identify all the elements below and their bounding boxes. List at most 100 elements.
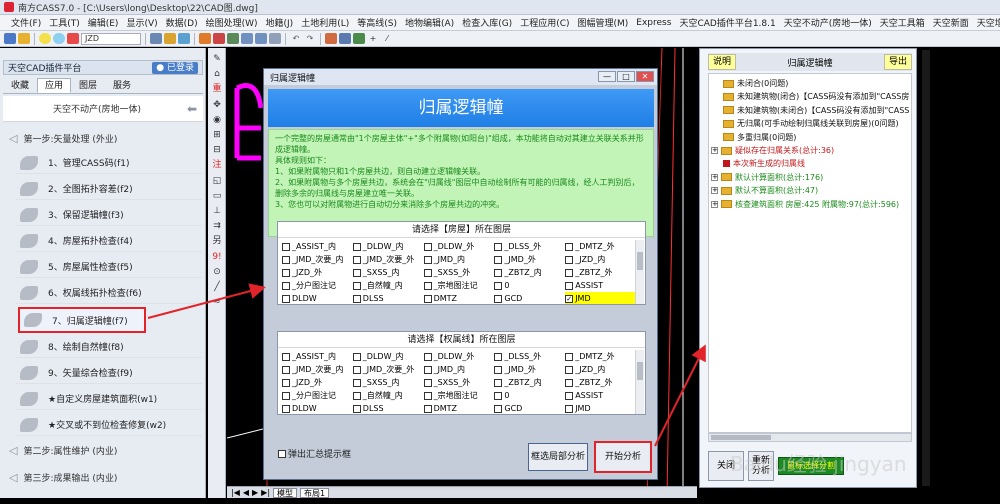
properties-icon[interactable] <box>339 33 351 44</box>
tree-node[interactable]: 未闭合(0问题) <box>723 77 788 90</box>
layer-checkbox[interactable]: _DLDW_外 <box>423 350 495 363</box>
tree-node[interactable]: + 默认计算面积(总计:176) <box>711 171 823 184</box>
results-tree-hscrollbar[interactable] <box>708 433 912 442</box>
tool-icon[interactable]: ⊙ <box>211 267 223 277</box>
layer-checkbox[interactable]: _JZD_外 <box>282 266 353 279</box>
close-icon[interactable]: ✕ <box>636 71 654 82</box>
zoom-window-icon[interactable] <box>269 33 281 44</box>
layer-checkbox[interactable]: DLSS <box>352 292 424 304</box>
layer-checkbox[interactable]: _DLDW_外 <box>423 240 495 253</box>
checkbox-box[interactable] <box>282 294 290 303</box>
zoom-out-icon[interactable] <box>255 33 267 44</box>
checkbox-checked[interactable]: ✓ <box>565 294 574 303</box>
layer-checkbox[interactable]: _分户图注记 <box>282 389 353 402</box>
checkbox-box[interactable] <box>565 255 574 264</box>
checkbox-box[interactable] <box>423 294 432 303</box>
checkbox-box[interactable] <box>423 242 432 251</box>
checkbox-box[interactable] <box>565 365 574 374</box>
menu-item[interactable]: 天空新面 <box>929 16 973 29</box>
list-item[interactable]: 1、管理CASS码(f1) <box>16 152 202 174</box>
checkbox-box[interactable] <box>494 255 503 264</box>
tab-services[interactable]: 服务 <box>105 78 139 93</box>
layer-manager-icon[interactable] <box>4 33 16 44</box>
popup-summary-checkbox[interactable]: 弹出汇总提示框 <box>278 447 351 460</box>
start-analysis-button[interactable]: 开始分析 <box>594 441 652 473</box>
layer-checkbox[interactable]: _SXSS_外 <box>423 376 495 389</box>
cut-icon[interactable] <box>213 33 225 44</box>
tool-icon[interactable]: ◱ <box>211 176 223 186</box>
checkbox-box[interactable] <box>352 294 361 303</box>
box-select-analyze-button[interactable]: 框选局部分析 <box>528 443 588 471</box>
checkbox-box[interactable] <box>494 281 503 290</box>
tool-icon[interactable]: ≈ <box>211 297 223 307</box>
layer-checkbox[interactable]: _宗地图注记 <box>423 389 495 402</box>
tab-layout1[interactable]: 布局1 <box>300 487 330 498</box>
layer-checkbox[interactable]: _JMD_次要_内 <box>282 363 353 376</box>
layer-checkbox[interactable]: _自然幢_内 <box>352 389 424 402</box>
menu-item[interactable]: 天空工具箱 <box>876 16 929 29</box>
checkbox-box[interactable] <box>565 242 574 251</box>
layer-checkbox[interactable]: _DLSS_外 <box>494 350 565 363</box>
checkbox-box[interactable] <box>352 404 361 413</box>
mouse-select-split-button[interactable]: 鼠标选择分割 <box>778 457 844 475</box>
checkbox-box[interactable] <box>494 404 503 413</box>
nav-prev-icon[interactable]: ◀ <box>243 488 249 497</box>
lineweight-icon[interactable] <box>150 33 162 44</box>
nav-last-icon[interactable]: ▶| <box>261 488 270 497</box>
checkbox-box[interactable] <box>282 352 290 361</box>
tree-node[interactable]: + 核查建筑面积 房屋:425 附属物:97(总计:596) <box>711 198 899 211</box>
menu-item[interactable]: 等高线(S) <box>353 16 401 29</box>
tree-node[interactable]: 无归属(可手动绘制归属线关联到房屋)(0问题) <box>723 117 899 130</box>
tool-icon[interactable]: ⊟ <box>211 145 223 155</box>
expand-icon[interactable]: + <box>711 173 718 181</box>
layer-checkbox[interactable]: _JMD_内 <box>423 253 495 266</box>
zoom-icon[interactable] <box>227 33 239 44</box>
checkbox-box[interactable] <box>282 255 290 264</box>
layer-checkbox[interactable]: _ASSIST_内 <box>282 240 353 253</box>
open-icon[interactable] <box>164 33 176 44</box>
tool-icon[interactable]: ◉ <box>211 115 223 125</box>
checkbox-box[interactable] <box>423 378 432 387</box>
layer-checkbox[interactable]: _自然幢_内 <box>352 279 424 292</box>
tool-icon[interactable]: ✎ <box>211 54 223 64</box>
light-bulb-icon[interactable] <box>39 33 51 44</box>
menu-item[interactable]: 绘图处理(W) <box>202 16 262 29</box>
layer-checkbox[interactable]: GCD <box>494 402 565 414</box>
tool-icon[interactable]: ╱ <box>211 282 223 292</box>
back-arrow-icon[interactable]: ⬅ <box>187 102 197 116</box>
layer-checkbox[interactable]: _DMTZ_外 <box>565 240 636 253</box>
tree-node[interactable]: 多重归属(0问题) <box>723 131 796 144</box>
layer-checkbox[interactable]: _SXSS_外 <box>423 266 495 279</box>
menu-item[interactable]: 显示(V) <box>122 16 161 29</box>
checkbox-box[interactable] <box>494 242 503 251</box>
checkbox-box[interactable] <box>494 365 503 374</box>
checkbox-box[interactable] <box>423 365 432 374</box>
tree-node[interactable]: 未知建筑物(闭合)【CASS码没有添加到"CASS房 <box>723 90 909 103</box>
menu-item[interactable]: 工具(T) <box>45 16 84 29</box>
layer-checkbox[interactable]: 0 <box>494 279 565 292</box>
layer-checkbox[interactable]: _JMD_外 <box>494 253 565 266</box>
tool-icon[interactable]: 9! <box>211 252 223 262</box>
layer-checkbox[interactable]: DMTZ <box>423 292 495 304</box>
menu-item[interactable]: Express <box>632 18 675 28</box>
layer-checkbox[interactable]: _SXSS_内 <box>352 376 424 389</box>
layer-checkbox[interactable]: 0 <box>494 389 565 402</box>
menu-item[interactable]: 地物编辑(A) <box>401 16 458 29</box>
list-item[interactable]: ★交叉或不到位检查修复(w2) <box>16 414 202 436</box>
checkbox-box[interactable] <box>352 255 361 264</box>
tool-icon[interactable]: 注 <box>211 160 223 170</box>
tool-icon[interactable]: 另 <box>211 236 223 246</box>
scroll-thumb[interactable] <box>711 435 771 440</box>
tab-model[interactable]: 模型 <box>273 487 298 498</box>
layer-checkbox[interactable]: _SXSS_内 <box>352 266 424 279</box>
trim-icon[interactable]: + <box>367 33 379 44</box>
minimize-icon[interactable]: — <box>598 71 616 82</box>
checkbox-box[interactable] <box>282 365 290 374</box>
layer-checkbox[interactable]: _JZD_外 <box>282 376 353 389</box>
list-item[interactable]: 3、保留逻辑幢(f3) <box>16 204 202 226</box>
checkbox-box[interactable] <box>352 391 361 400</box>
menu-item[interactable]: 检查入库(G) <box>458 16 516 29</box>
menu-item[interactable]: 地籍(J) <box>262 16 298 29</box>
tool-icon[interactable]: ⌂ <box>211 69 223 79</box>
color-square-icon[interactable] <box>67 33 79 44</box>
